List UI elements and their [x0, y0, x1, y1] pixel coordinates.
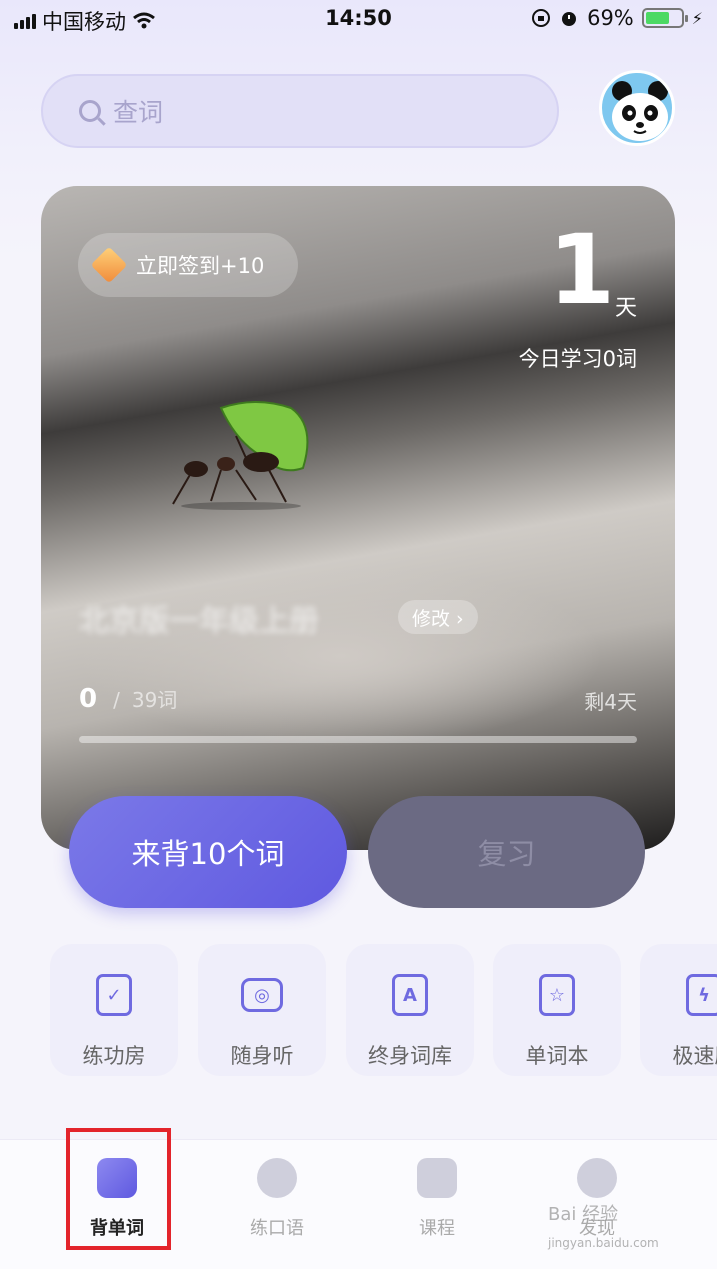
bookmark-star-icon [417, 1158, 457, 1198]
battery-icon [641, 8, 688, 28]
study-plan-card: 立即签到+10 1 天 今日学习0词 北京版一年级上册 修改 › 0 / 39词… [41, 186, 675, 850]
tool-speed[interactable]: ϟ 极速刷 [640, 944, 717, 1076]
star-card-icon: ☆ [539, 974, 575, 1016]
search-placeholder: 查词 [113, 98, 164, 127]
checkin-button[interactable]: 立即签到+10 [78, 233, 298, 297]
today-summary: 今日学习0词 [518, 347, 637, 371]
tool-audio[interactable]: ◎ 随身听 [198, 944, 326, 1076]
tab-label: 课程 [419, 1218, 455, 1239]
tool-label: 练功房 [82, 1044, 146, 1068]
alarm-icon [562, 12, 577, 26]
progress-total: 39词 [131, 688, 178, 712]
tool-label: 随身听 [230, 1044, 294, 1068]
learn-words-button[interactable]: 来背10个词 [69, 796, 347, 908]
remaining-days: 剩4天 [584, 690, 637, 714]
battery-fill [645, 12, 670, 24]
tab-courses[interactable]: 课程 [367, 1140, 507, 1269]
tool-wordbook[interactable]: ☆ 单词本 [493, 944, 621, 1076]
review-button[interactable]: 复习 [368, 796, 645, 908]
clipboard-check-icon: ✓ [96, 974, 132, 1016]
progress-current: 0 [79, 684, 98, 714]
word-cards-icon: A [392, 974, 428, 1016]
search-input[interactable]: 查词 [41, 74, 559, 148]
rotation-lock-icon [532, 9, 551, 27]
review-label: 复习 [477, 837, 536, 871]
battery-percent: 69% [587, 6, 634, 30]
radio-icon: ◎ [241, 978, 283, 1012]
diamond-icon [90, 246, 128, 284]
progress-separator: / [113, 688, 120, 712]
lightning-card-icon: ϟ [686, 974, 717, 1016]
speech-play-icon [257, 1158, 297, 1198]
search-icon [79, 100, 101, 122]
tool-practice-room[interactable]: ✓ 练功房 [50, 944, 178, 1076]
tool-label: 极速刷 [672, 1044, 717, 1068]
progress-bar [79, 736, 637, 743]
streak-days: 1 [548, 214, 615, 326]
watermark: Bai 经验 [548, 1204, 619, 1225]
streak-unit: 天 [614, 296, 637, 321]
learn-words-label: 来背10个词 [131, 837, 285, 871]
tool-label: 终身词库 [368, 1044, 452, 1068]
tab-speaking[interactable]: 练口语 [207, 1140, 347, 1269]
tools-row: ✓ 练功房 ◎ 随身听 A 终身词库 ☆ 单词本 ϟ 极速刷 [50, 944, 717, 1076]
edit-book-label: 修改 › [412, 607, 464, 630]
tab-label: 练口语 [250, 1218, 304, 1239]
avatar[interactable] [599, 70, 675, 146]
tool-label: 单词本 [525, 1044, 589, 1068]
compass-icon [577, 1158, 617, 1198]
tool-lifetime-wordbank[interactable]: A 终身词库 [346, 944, 474, 1076]
charging-icon: ⚡ [691, 8, 703, 28]
checkin-label: 立即签到+10 [136, 254, 265, 278]
highlight-box [66, 1128, 171, 1250]
progress-counter: 0 / 39词 [79, 684, 177, 714]
edit-book-button[interactable]: 修改 › [398, 600, 478, 634]
watermark-url: jingyan.baidu.com [548, 1236, 659, 1250]
book-name: 北京版一年级上册 [79, 604, 319, 639]
status-right: 69% ⚡ [531, 6, 703, 30]
status-bar: 中国移动 14:50 69% ⚡ [0, 0, 717, 40]
